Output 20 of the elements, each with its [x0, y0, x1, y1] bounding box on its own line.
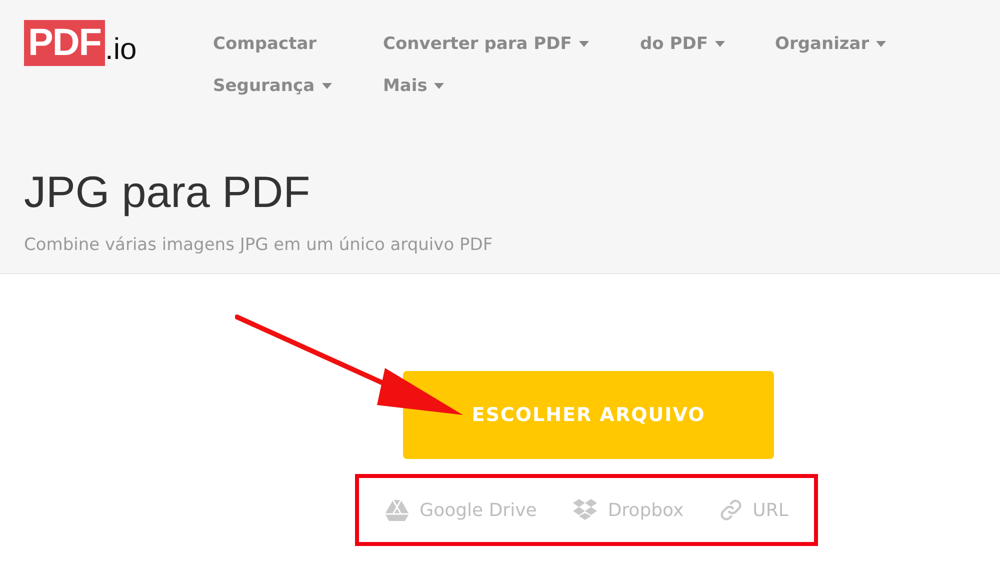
nav-link[interactable]: Organizar	[775, 33, 886, 55]
page-subtitle: Combine várias imagens JPG em um único arquivo PDF	[24, 235, 494, 255]
source-link[interactable]: Google Drive	[384, 500, 537, 520]
link-icon	[720, 499, 742, 521]
nav-link[interactable]: Segurança	[213, 75, 332, 97]
caret-icon	[876, 41, 886, 47]
caret-icon	[322, 83, 332, 89]
boxes-icon	[572, 499, 597, 521]
nav-link[interactable]: Mais	[383, 75, 444, 97]
source-link[interactable]: Dropbox	[572, 499, 684, 521]
page-title: JPG para PDF	[24, 167, 312, 219]
nav-link[interactable]: do PDF	[640, 33, 725, 55]
triangle-icon	[384, 500, 409, 520]
caret-icon	[434, 83, 444, 89]
logo[interactable]: PDF.io	[24, 18, 213, 66]
caret-icon	[578, 41, 589, 47]
source-link[interactable]: URL	[720, 499, 788, 521]
nav-link[interactable]: Converter para PDF	[383, 33, 589, 55]
nav-link[interactable]: Compactar	[213, 33, 317, 55]
caret-icon	[714, 41, 725, 47]
